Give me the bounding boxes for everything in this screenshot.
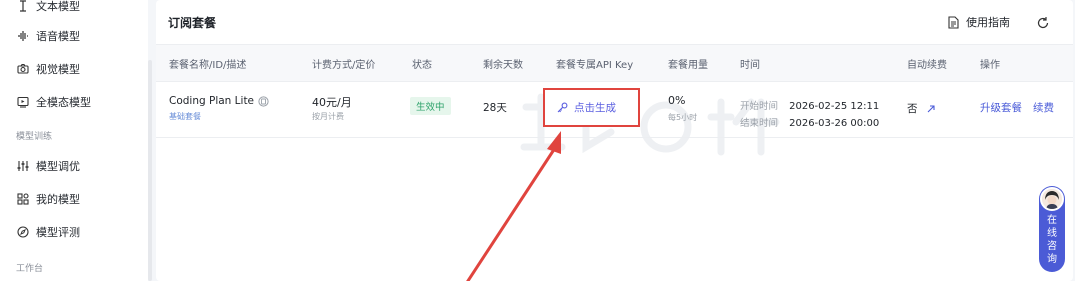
sidebar-item-label: 视觉模型 [36, 63, 80, 76]
column-header-plan: 套餐名称/ID/描述 [169, 60, 247, 71]
upgrade-plan-button[interactable]: 升级套餐 [980, 100, 1022, 115]
refresh-icon[interactable] [1036, 15, 1050, 29]
sidebar-group-training: 模型训练 [16, 132, 53, 142]
sidebar-item-my-models[interactable]: 我的模型 [16, 188, 80, 210]
sidebar: 文本模型 语音模型 视觉模型 全模态模型 模型训练 模型调优 我的模型 模型评测… [0, 0, 148, 281]
plan-name: Coding Plan Lite [169, 95, 269, 107]
plan-name-text: Coding Plan Lite [169, 95, 255, 107]
sidebar-item-label: 文本模型 [36, 0, 80, 13]
auto-renew-value: 否 [907, 103, 918, 115]
renew-button[interactable]: 续费 [1033, 100, 1054, 115]
column-header-time: 时间 [740, 60, 760, 71]
copy-id-icon[interactable] [258, 95, 269, 107]
generate-api-key-button[interactable]: 点击生成 [557, 100, 616, 115]
sliders-icon [16, 159, 30, 173]
table-header: 套餐名称/ID/描述 计费方式/定价 状态 剩余天数 套餐专属API Key 套… [156, 45, 1073, 82]
days-left: 28天 [483, 102, 507, 114]
status-badge: 生效中 [410, 97, 451, 115]
column-header-days-left: 剩余天数 [483, 60, 523, 71]
auto-renew: 否 [907, 101, 936, 116]
waveform-icon [16, 29, 30, 43]
column-header-billing: 计费方式/定价 [312, 60, 376, 71]
column-header-api-key: 套餐专属API Key [556, 60, 634, 71]
document-icon [948, 15, 959, 29]
column-header-actions: 操作 [980, 60, 1000, 71]
sidebar-item-label: 模型调优 [36, 160, 80, 173]
column-header-usage: 套餐用量 [668, 60, 708, 71]
row-divider [156, 137, 1073, 138]
sidebar-item-label: 语音模型 [36, 30, 80, 43]
card-title: 订阅套餐 [168, 16, 217, 30]
external-arrow-icon[interactable] [926, 104, 936, 114]
avatar [1040, 187, 1064, 211]
billing-method: 按月计费 [312, 112, 344, 121]
sidebar-item-label: 我的模型 [36, 193, 80, 206]
sidebar-item-label: 全模态模型 [36, 96, 91, 109]
sidebar-item-vision-model[interactable]: 视觉模型 [16, 58, 80, 80]
online-consult-label: 在线咨询 [1047, 215, 1057, 265]
sidebar-item-model-eval[interactable]: 模型评测 [16, 221, 80, 243]
sidebar-item-model-tuning[interactable]: 模型调优 [16, 155, 80, 177]
usage-guide-link[interactable]: 使用指南 [948, 14, 1010, 30]
end-time-label: 结束时间 [740, 118, 779, 129]
generate-api-key-label: 点击生成 [574, 102, 616, 114]
key-icon [557, 102, 568, 113]
sidebar-item-label: 模型评测 [36, 226, 80, 239]
end-time-value: 2026-03-26 00:00 [789, 118, 880, 129]
sidebar-item-omni-model[interactable]: 全模态模型 [16, 91, 91, 113]
end-time-row: 结束时间 2026-03-26 00:00 [740, 111, 879, 130]
sidebar-item-text-model[interactable]: 文本模型 [16, 0, 80, 17]
usage-guide-label: 使用指南 [966, 16, 1010, 29]
multimodal-icon [16, 95, 30, 109]
text-cursor-icon [16, 0, 30, 13]
sidebar-item-voice-model[interactable]: 语音模型 [16, 25, 80, 47]
usage-window: 每5小时 [668, 113, 698, 122]
usage-percent: 0% [668, 94, 686, 107]
plan-description: 基础套餐 [169, 112, 201, 121]
compass-icon [16, 225, 30, 239]
subscription-card: 订阅套餐 使用指南 套餐名称/ID/描述 计费方式/定价 状态 剩余天数 套餐专… [156, 0, 1073, 281]
column-header-status: 状态 [412, 60, 432, 71]
sidebar-scrollbar[interactable] [148, 60, 152, 281]
column-header-auto-renew: 自动续费 [907, 60, 947, 71]
grid-icon [16, 192, 30, 206]
sidebar-group-workbench: 工作台 [16, 264, 44, 274]
camera-icon [16, 62, 30, 76]
plan-price: 40元/月 [312, 96, 352, 109]
